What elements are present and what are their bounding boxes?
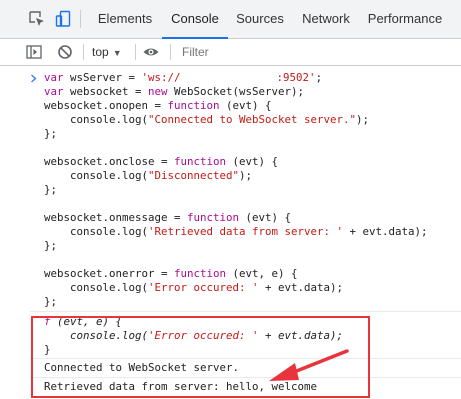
context-label: top: [92, 45, 109, 59]
prompt-chevron-icon: [31, 74, 37, 83]
sidebar-toggle-icon[interactable]: [25, 43, 43, 61]
device-toolbar-icon[interactable]: [54, 9, 74, 29]
tab-console[interactable]: Console: [162, 0, 228, 39]
code-line: websocket.onclose = function (evt) {: [44, 155, 279, 168]
tab-network[interactable]: Network: [292, 0, 360, 38]
tab-sources[interactable]: Sources: [228, 0, 292, 38]
tab-performance[interactable]: Performance: [360, 0, 450, 38]
code-line: console.log('Retrieved data from server:…: [44, 225, 428, 238]
code-line: console.log('Error occured: ' + evt.data…: [44, 281, 344, 294]
clear-console-icon[interactable]: [56, 43, 74, 61]
code-line: websocket.onmessage = function (evt) {: [44, 211, 292, 224]
filter-input[interactable]: Filter: [176, 42, 461, 62]
code-line: };: [44, 239, 58, 252]
code-line: var websocket = new WebSocket(wsServer);: [44, 85, 305, 98]
code-line: console.log("Connected to WebSocket serv…: [44, 113, 370, 126]
eye-icon[interactable]: [142, 43, 160, 61]
row-divider: [30, 311, 461, 312]
arrow-annotation-icon: [269, 349, 349, 381]
chevron-down-icon: ▼: [112, 48, 122, 58]
code-line: };: [44, 295, 58, 308]
tab-bar-separator: [80, 10, 81, 28]
devtools-tab-bar: Elements Console Sources Network Perform…: [0, 0, 461, 39]
toolbar-separator: [135, 44, 136, 60]
code-line: console.log("Disconnected");: [44, 169, 253, 182]
context-selector[interactable]: top ▼: [92, 39, 122, 65]
toolbar-separator: [170, 44, 171, 60]
code-line: };: [44, 127, 58, 140]
code-line: websocket.onerror = function (evt, e) {: [44, 267, 298, 280]
toolbar-separator: [83, 44, 84, 60]
code-line: var wsServer = 'ws://:9502';: [44, 71, 323, 84]
inspect-icon[interactable]: [27, 9, 47, 29]
console-toolbar: top ▼ Filter: [0, 39, 461, 66]
code-line: websocket.onopen = function (evt) {: [44, 99, 272, 112]
code-line: };: [44, 183, 58, 196]
tab-elements[interactable]: Elements: [88, 0, 162, 38]
